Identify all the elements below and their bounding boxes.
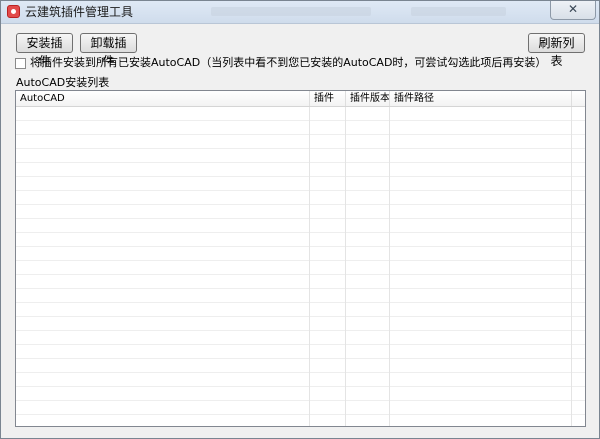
- background-window-blur: [211, 7, 371, 16]
- column-header-plugin-version[interactable]: 插件版本: [346, 91, 390, 106]
- close-button[interactable]: ✕: [550, 1, 596, 20]
- autocad-install-list[interactable]: AutoCAD 插件 插件版本 插件路径: [15, 90, 586, 427]
- list-header: AutoCAD 插件 插件版本 插件路径: [16, 91, 585, 107]
- window-title: 云建筑插件管理工具: [25, 5, 134, 19]
- refresh-list-button[interactable]: 刷新列表: [528, 33, 585, 68]
- column-divider: [389, 107, 390, 426]
- app-icon: [7, 5, 20, 18]
- install-all-label[interactable]: 将插件安装到所有已安装AutoCAD（当列表中看不到您已安装的AutoCAD时，…: [30, 56, 546, 70]
- install-all-checkbox[interactable]: [15, 58, 26, 69]
- autocad-list-label: AutoCAD安装列表: [16, 76, 110, 89]
- uninstall-plugin-button[interactable]: 卸载插件: [80, 33, 137, 68]
- install-plugin-button[interactable]: 安装插件: [16, 33, 73, 68]
- column-divider: [309, 107, 310, 426]
- column-divider: [571, 107, 572, 426]
- column-header-plugin[interactable]: 插件: [310, 91, 346, 106]
- column-divider: [345, 107, 346, 426]
- background-window-blur: [411, 7, 506, 16]
- close-icon: ✕: [567, 2, 579, 16]
- column-header-autocad[interactable]: AutoCAD: [16, 91, 310, 106]
- list-body[interactable]: [16, 107, 585, 426]
- column-header-plugin-path[interactable]: 插件路径: [390, 91, 572, 106]
- title-bar[interactable]: 云建筑插件管理工具 ✕: [1, 1, 599, 24]
- main-window: 云建筑插件管理工具 ✕ 安装插件 卸载插件 刷新列表 将插件安装到所有已安装Au…: [0, 0, 600, 439]
